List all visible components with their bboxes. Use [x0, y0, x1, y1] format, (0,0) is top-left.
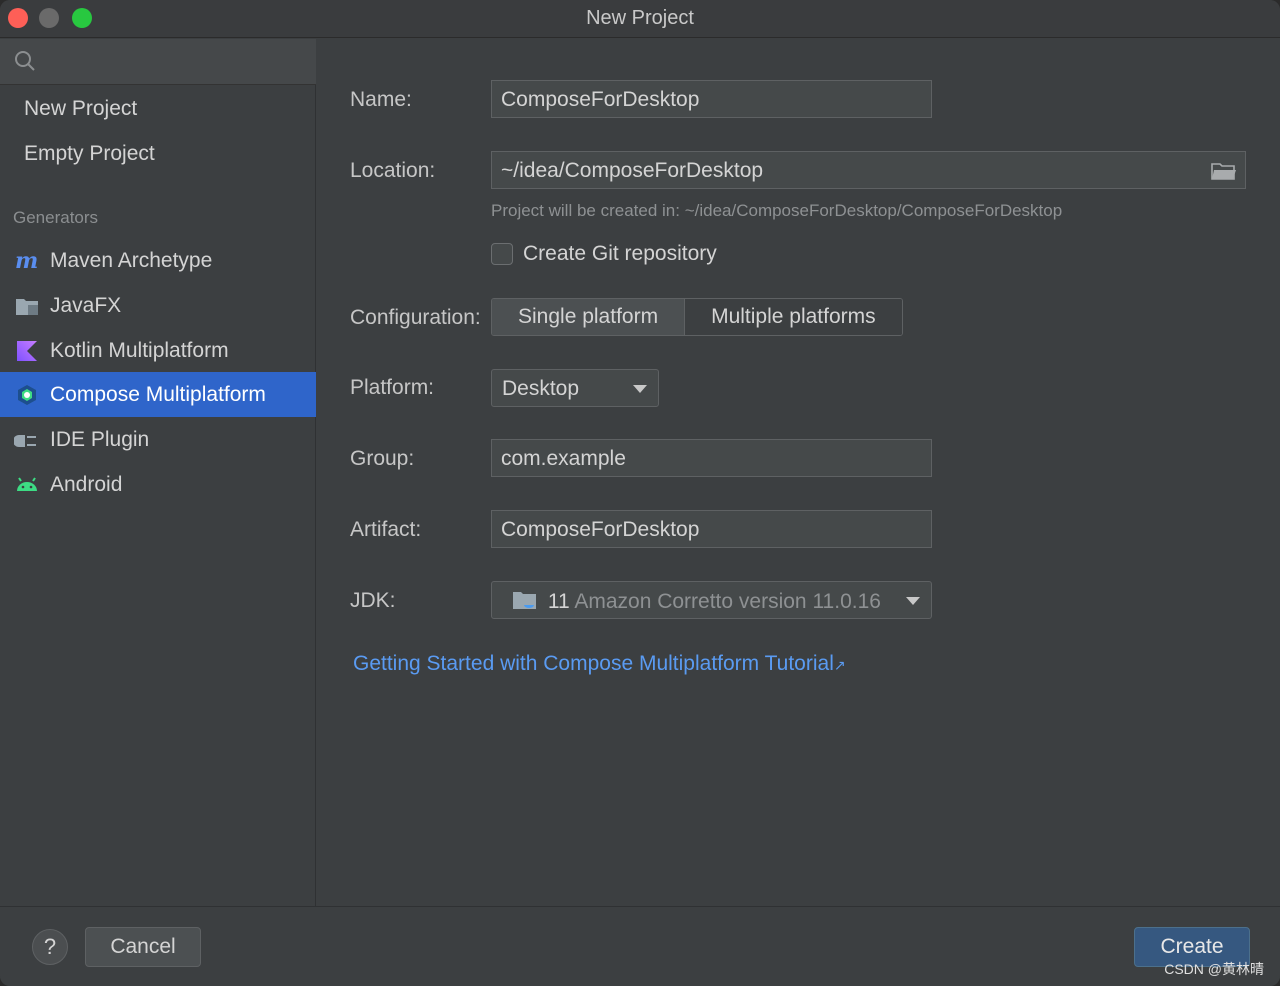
plugin-icon — [13, 427, 40, 453]
multiple-platforms-option[interactable]: Multiple platforms — [685, 299, 902, 335]
sidebar-item-maven-archetype[interactable]: m Maven Archetype — [0, 238, 316, 283]
sidebar-item-kotlin-multiplatform[interactable]: Kotlin Multiplatform — [0, 328, 316, 373]
kotlin-icon — [14, 338, 40, 364]
external-link-icon: ↗ — [833, 657, 846, 673]
sidebar-item-android[interactable]: Android — [0, 462, 316, 507]
platform-dropdown[interactable]: Desktop — [491, 369, 659, 407]
tutorial-link-text: Getting Started with Compose Multiplatfo… — [353, 652, 834, 675]
sidebar-item-label: Android — [50, 472, 123, 496]
sidebar-item-label: Kotlin Multiplatform — [50, 338, 229, 362]
create-git-label: Create Git repository — [523, 242, 717, 265]
new-project-dialog: New Project New Project Empty Project Ge… — [0, 0, 1280, 986]
sidebar-item-label: Empty Project — [24, 141, 155, 165]
sidebar: New Project Empty Project Generators m M… — [0, 39, 316, 906]
sidebar-item-ide-plugin[interactable]: IDE Plugin — [0, 417, 316, 462]
browse-folder-icon[interactable] — [1211, 161, 1237, 187]
jdk-label: JDK: — [350, 589, 396, 612]
svg-text:m: m — [15, 248, 38, 274]
jdk-folder-icon — [512, 589, 538, 617]
title-bar: New Project — [0, 0, 1280, 38]
sidebar-item-new-project[interactable]: New Project — [0, 86, 316, 131]
sidebar-item-empty-project[interactable]: Empty Project — [0, 131, 316, 176]
platform-value: Desktop — [502, 377, 580, 400]
location-hint: Project will be created in: ~/idea/Compo… — [491, 201, 1063, 220]
android-icon — [14, 472, 40, 498]
create-git-checkbox[interactable] — [491, 243, 513, 265]
name-field[interactable]: ComposeForDesktop — [491, 80, 932, 118]
javafx-icon — [14, 293, 40, 319]
compose-icon — [14, 382, 40, 408]
group-label: Group: — [350, 447, 415, 470]
location-field[interactable]: ~/idea/ComposeForDesktop — [491, 151, 1246, 189]
jdk-dropdown[interactable]: 11 Amazon Corretto version 11.0.16 — [491, 581, 932, 619]
sidebar-item-javafx[interactable]: JavaFX — [0, 283, 316, 328]
window-title: New Project — [586, 7, 694, 29]
sidebar-item-compose-multiplatform[interactable]: Compose Multiplatform — [0, 372, 316, 417]
sidebar-search-field[interactable] — [0, 39, 316, 85]
jdk-name: Amazon Corretto version 11.0.16 — [574, 590, 881, 613]
configuration-label: Configuration: — [350, 306, 481, 329]
chevron-down-icon — [633, 385, 647, 393]
artifact-label: Artifact: — [350, 518, 422, 541]
configuration-segmented-control: Single platform Multiple platforms — [491, 298, 903, 336]
name-label: Name: — [350, 88, 412, 111]
sidebar-item-label: JavaFX — [50, 293, 122, 317]
project-form: Name: ComposeForDesktop Location: ~/idea… — [317, 39, 1280, 906]
sidebar-item-label: Maven Archetype — [50, 248, 213, 272]
dialog-footer: ? Cancel Create CSDN @黄林晴 — [0, 906, 1280, 986]
location-label: Location: — [350, 159, 436, 182]
artifact-field[interactable]: ComposeForDesktop — [491, 510, 932, 548]
sidebar-item-label: IDE Plugin — [50, 427, 150, 451]
sidebar-item-label: Compose Multiplatform — [50, 382, 266, 406]
platform-label: Platform: — [350, 376, 435, 399]
tutorial-link[interactable]: Getting Started with Compose Multiplatfo… — [353, 652, 846, 676]
sidebar-item-label: New Project — [24, 96, 138, 120]
group-field[interactable]: com.example — [491, 439, 932, 477]
jdk-version: 11 — [547, 590, 570, 613]
chevron-down-icon — [906, 597, 920, 605]
single-platform-option[interactable]: Single platform — [492, 299, 686, 335]
generators-header: Generators — [13, 208, 99, 227]
watermark: CSDN @黄林晴 — [1164, 961, 1264, 977]
location-value: ~/idea/ComposeForDesktop — [501, 159, 764, 182]
cancel-button[interactable]: Cancel — [85, 927, 201, 967]
search-icon — [14, 50, 36, 77]
maven-icon: m — [14, 248, 40, 274]
help-button[interactable]: ? — [32, 929, 68, 965]
